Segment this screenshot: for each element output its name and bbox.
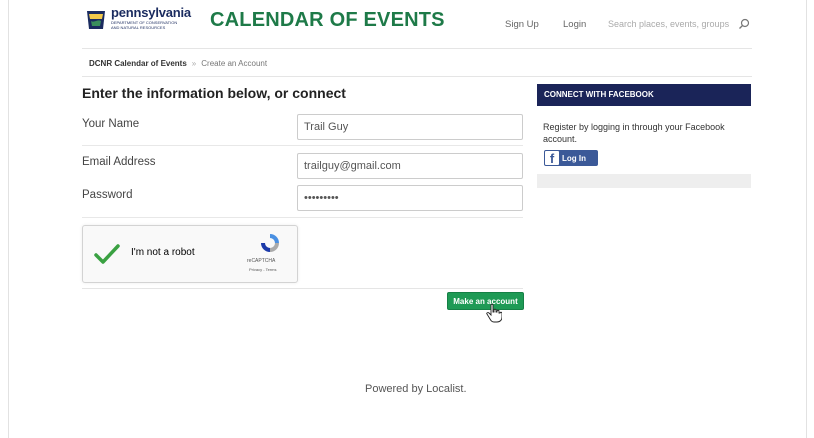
logo-subtitle: DEPARTMENT OF CONSERVATION AND NATURAL R…: [111, 20, 178, 30]
site-header: pennsylvania DEPARTMENT OF CONSERVATION …: [0, 0, 814, 48]
search-box: [600, 12, 752, 36]
recaptcha-brand: reCAPTCHA: [247, 258, 276, 264]
search-icon[interactable]: [738, 18, 750, 30]
hand-cursor-icon: [486, 303, 502, 323]
breadcrumb-separator: »: [191, 59, 197, 68]
page-frame-left: [8, 0, 9, 438]
pa-logo[interactable]: pennsylvania DEPARTMENT OF CONSERVATION …: [84, 5, 194, 36]
actions-divider: [82, 288, 523, 289]
breadcrumb: DCNR Calendar of Events » Create an Accoun…: [89, 59, 267, 68]
email-label: Email Address: [82, 156, 156, 168]
signup-link[interactable]: Sign Up: [505, 19, 539, 30]
page-frame-right: [806, 0, 807, 438]
password-field[interactable]: [297, 185, 523, 211]
header-divider: [82, 48, 752, 49]
breadcrumb-divider: [82, 76, 752, 77]
recaptcha-widget: I'm not a robot reCAPTCHA Privacy - Term…: [82, 225, 298, 283]
facebook-panel-header: CONNECT WITH FACEBOOK: [537, 84, 751, 106]
facebook-icon: f: [545, 151, 559, 166]
breadcrumb-current: Create an Account: [201, 59, 268, 68]
form-row-divider: [82, 145, 523, 146]
site-title[interactable]: CALENDAR OF EVENTS: [210, 9, 445, 32]
login-link[interactable]: Login: [563, 19, 586, 30]
facebook-description: Register by logging in through your Face…: [543, 122, 725, 144]
name-field[interactable]: [297, 114, 523, 140]
search-input[interactable]: [600, 12, 738, 36]
powered-by-localist[interactable]: Powered by Localist.: [365, 383, 467, 395]
facebook-login-button[interactable]: f Log In: [544, 150, 598, 166]
form-heading: Enter the information below, or connect: [82, 85, 346, 101]
dcnr-keystone-icon: [87, 11, 105, 29]
recaptcha-logo-icon: [261, 234, 279, 252]
recaptcha-label: I'm not a robot: [131, 247, 195, 258]
facebook-panel-footer: [537, 174, 751, 188]
breadcrumb-home[interactable]: DCNR Calendar of Events: [89, 59, 187, 68]
recaptcha-terms-link[interactable]: Privacy - Terms: [249, 267, 276, 272]
facebook-login-label: Log In: [562, 153, 586, 163]
checkmark-icon[interactable]: [94, 243, 120, 265]
form-row-divider: [82, 217, 523, 218]
logo-name: pennsylvania: [111, 5, 191, 20]
email-field[interactable]: [297, 153, 523, 179]
password-label: Password: [82, 189, 133, 201]
name-label: Your Name: [82, 118, 140, 130]
